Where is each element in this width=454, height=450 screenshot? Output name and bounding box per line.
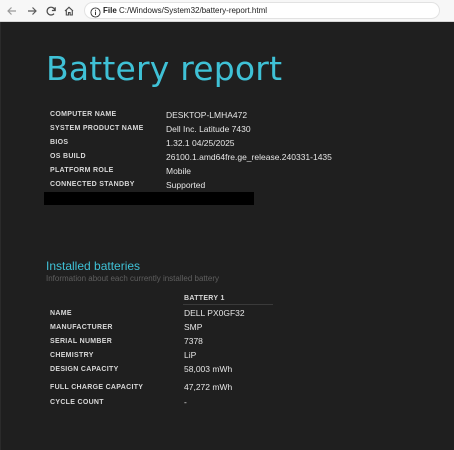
- forward-arrow-icon[interactable]: [24, 3, 40, 19]
- battery-label: DESIGN CAPACITY: [50, 366, 119, 373]
- battery-label: CHEMISTRY: [50, 352, 94, 359]
- browser-toolbar: File C:/Windows/System32/battery-report.…: [0, 0, 454, 22]
- home-icon[interactable]: [61, 3, 77, 19]
- battery-value: 7378: [184, 336, 203, 346]
- system-value: 1.32.1 04/25/2025: [166, 138, 235, 148]
- battery-column-header: BATTERY 1: [184, 295, 225, 302]
- battery-value: 58,003 mWh: [184, 364, 233, 374]
- system-label: SYSTEM PRODUCT NAME: [50, 125, 144, 132]
- battery-value: DELL PX0GF32: [184, 308, 245, 318]
- battery-label: SERIAL NUMBER: [50, 338, 113, 345]
- page-title: Battery report: [46, 49, 283, 88]
- battery-value: SMP: [184, 322, 203, 332]
- refresh-icon[interactable]: [43, 3, 59, 19]
- file-scheme-label: File: [103, 6, 117, 15]
- system-value: Dell Inc. Latitude 7430: [166, 124, 251, 134]
- system-value: DESKTOP-LMHA472: [166, 110, 248, 120]
- address-bar[interactable]: File C:/Windows/System32/battery-report.…: [84, 2, 440, 19]
- report-page: Battery report COMPUTER NAME DESKTOP-LMH…: [0, 22, 454, 450]
- system-label: OS BUILD: [50, 153, 86, 160]
- system-label: CONNECTED STANDBY: [50, 181, 135, 188]
- battery-label: CYCLE COUNT: [50, 399, 104, 406]
- battery-label: FULL CHARGE CAPACITY: [50, 384, 144, 391]
- system-label: BIOS: [50, 139, 69, 146]
- battery-value: 47,272 mWh: [184, 382, 233, 392]
- battery-value: LiP: [184, 350, 197, 360]
- redaction-bar: [44, 192, 254, 205]
- info-icon[interactable]: [90, 5, 101, 18]
- battery-label: MANUFACTURER: [50, 324, 113, 331]
- system-value: 26100.1.amd64fre.ge_release.240331-1435: [166, 152, 332, 162]
- url-text[interactable]: C:/Windows/System32/battery-report.html: [119, 6, 267, 15]
- back-arrow-icon[interactable]: [4, 3, 20, 19]
- system-value: Mobile: [166, 166, 192, 176]
- battery-label: NAME: [50, 310, 72, 317]
- battery-value: -: [184, 397, 187, 407]
- system-label: COMPUTER NAME: [50, 111, 117, 118]
- installed-batteries-subtitle: Information about each currently install…: [46, 274, 219, 283]
- system-label: PLATFORM ROLE: [50, 167, 114, 174]
- installed-batteries-heading: Installed batteries: [46, 259, 141, 273]
- system-value: Supported: [166, 180, 206, 190]
- column-divider: [183, 304, 273, 305]
